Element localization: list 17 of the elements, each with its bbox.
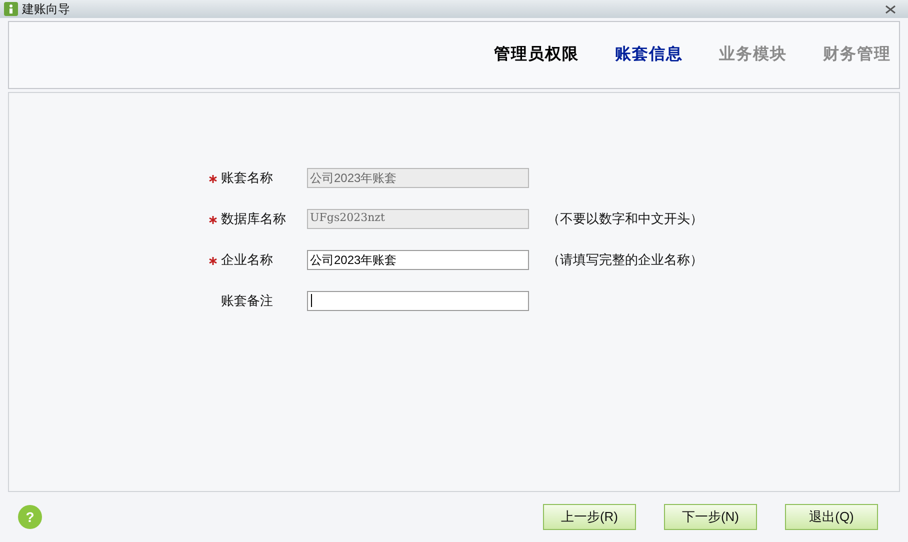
- wizard-button[interactable]: 下一步(N): [664, 504, 757, 530]
- field-label: 账套备注: [221, 292, 274, 310]
- text-cursor: [311, 294, 312, 307]
- window-title: 建账向导: [22, 1, 70, 18]
- field-label: 账套名称: [221, 168, 274, 187]
- close-icon[interactable]: [885, 4, 896, 14]
- text-field[interactable]: 公司2023年账套: [307, 250, 529, 270]
- wizard-button[interactable]: 上一步(R): [543, 504, 636, 530]
- field-hint: （不要以数字和中文开头）: [547, 210, 703, 228]
- app-icon: [4, 2, 18, 16]
- field-hint: （请填写完整的企业名称）: [547, 250, 703, 269]
- field-label: 企业名称: [221, 250, 274, 269]
- wizard-button[interactable]: 退出(Q): [785, 504, 878, 530]
- step-tab[interactable]: 账套信息: [615, 43, 683, 67]
- text-field[interactable]: [307, 290, 529, 310]
- step-tab[interactable]: 管理员权限: [494, 43, 579, 67]
- field-label: 数据库名称: [221, 210, 287, 228]
